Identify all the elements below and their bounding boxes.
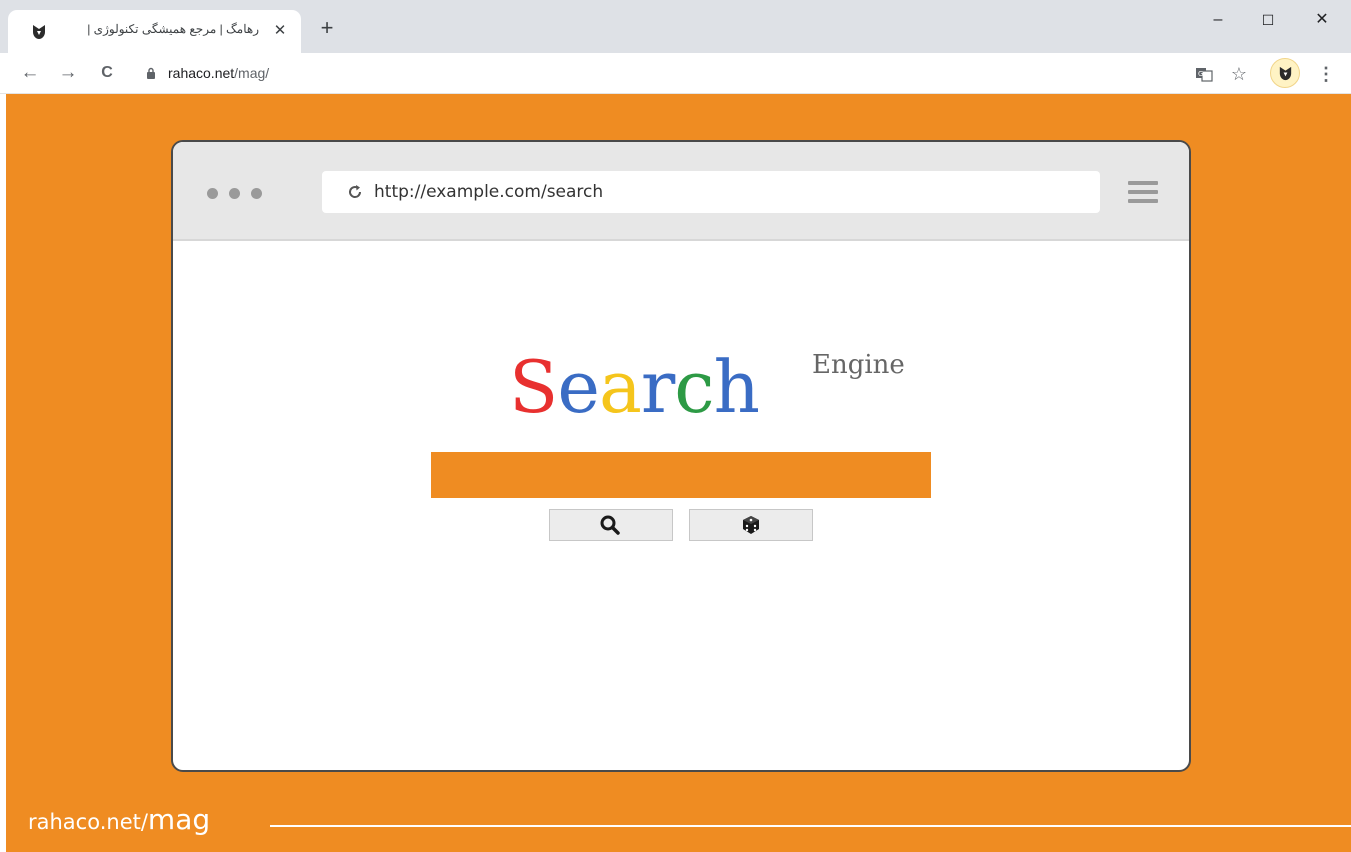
maximize-window-button[interactable]: ☐ xyxy=(1248,8,1288,32)
hamburger-menu-icon xyxy=(1128,181,1158,203)
browser-toolbar: ← → C rahaco.net/mag/ G ☆ ⋮ xyxy=(0,53,1351,94)
logo-letter: a xyxy=(598,345,642,429)
lock-icon xyxy=(147,67,155,79)
back-button[interactable]: ← xyxy=(18,62,42,86)
translate-icon[interactable]: G xyxy=(1192,62,1216,86)
logo-letter: e xyxy=(557,345,600,429)
svg-text:G: G xyxy=(1198,70,1203,78)
illustration-url-text: http://example.com/search xyxy=(374,182,604,202)
url-path: /mag/ xyxy=(234,65,270,81)
tab-title: رهامگ | مرجع همیشگی تکنولوژی | xyxy=(87,22,259,36)
window-dot xyxy=(251,188,262,199)
site-favicon-icon xyxy=(33,25,45,39)
watermark-host: rahaco.net/ xyxy=(28,810,148,834)
chrome-menu-icon[interactable]: ⋮ xyxy=(1314,62,1338,86)
forward-button[interactable]: → xyxy=(56,62,80,86)
bookmark-star-icon[interactable]: ☆ xyxy=(1227,62,1251,86)
profile-avatar[interactable] xyxy=(1270,58,1300,88)
address-bar[interactable]: rahaco.net/mag/ xyxy=(132,59,1172,88)
minimize-window-button[interactable]: – xyxy=(1198,8,1238,32)
logo-letter: h xyxy=(713,345,760,429)
new-tab-button[interactable]: + xyxy=(316,17,338,39)
logo-letter: S xyxy=(509,345,558,429)
page-content: http://example.com/search Search Engine xyxy=(6,94,1351,852)
illustration-search-button xyxy=(549,509,673,541)
watermark-underline xyxy=(270,825,1351,827)
browser-illustration: http://example.com/search Search Engine xyxy=(171,140,1191,772)
site-watermark: rahaco.net/mag xyxy=(28,803,210,836)
profile-logo-icon xyxy=(1279,66,1292,81)
logo-wordmark: Search xyxy=(509,342,760,432)
dice-icon xyxy=(743,516,759,534)
magnifier-icon xyxy=(600,515,620,535)
refresh-icon xyxy=(349,185,362,198)
active-tab[interactable]: رهامگ | مرجع همیشگی تکنولوژی | ✕ xyxy=(8,10,301,53)
illustration-header: http://example.com/search xyxy=(173,142,1189,241)
logo-superscript: Engine xyxy=(812,350,905,380)
reload-button[interactable]: C xyxy=(95,62,119,86)
logo-letter: r xyxy=(640,345,675,429)
tab-strip: رهامگ | مرجع همیشگی تکنولوژی | ✕ + – ☐ ✕ xyxy=(0,0,1351,53)
search-engine-logo: Search Engine xyxy=(509,342,969,452)
illustration-address-bar: http://example.com/search xyxy=(322,171,1100,213)
logo-letter: c xyxy=(674,345,714,429)
url-host: rahaco.net xyxy=(168,65,235,81)
illustration-search-field xyxy=(431,452,931,498)
window-dot xyxy=(229,188,240,199)
watermark-path: mag xyxy=(147,803,211,836)
illustration-lucky-button xyxy=(689,509,813,541)
tab-close-icon[interactable]: ✕ xyxy=(271,21,289,39)
window-dot xyxy=(207,188,218,199)
close-window-button[interactable]: ✕ xyxy=(1302,8,1342,32)
url-text: rahaco.net/mag/ xyxy=(168,65,269,81)
